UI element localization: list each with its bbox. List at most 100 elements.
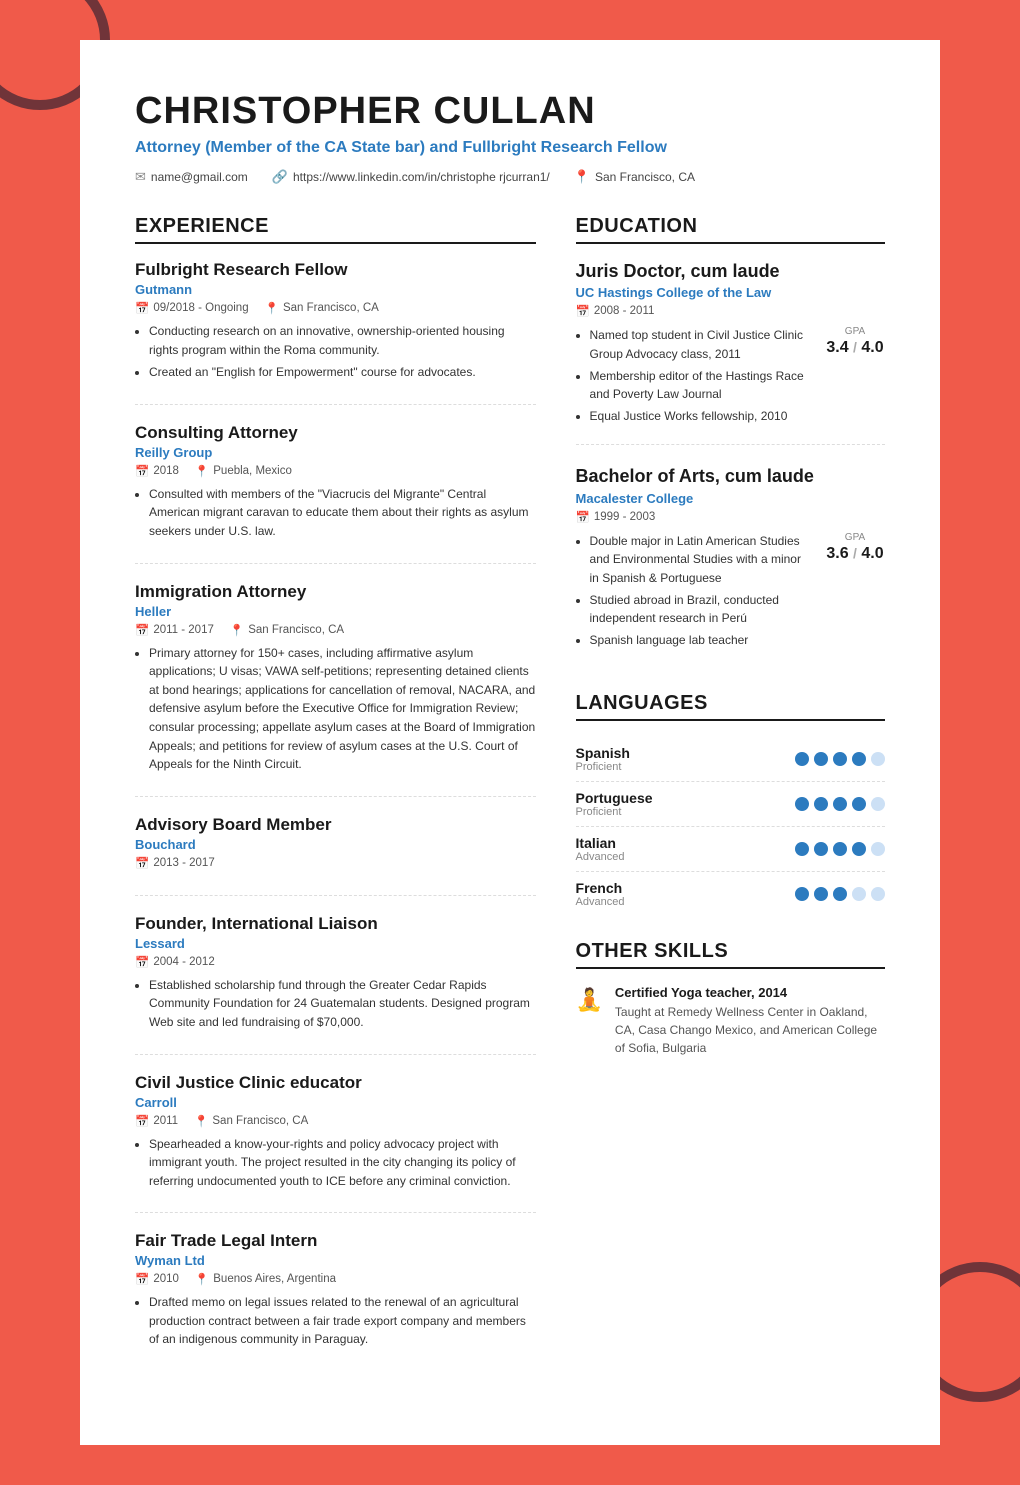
skill-icon: 🧘 bbox=[576, 987, 603, 1013]
education-section: EDUCATION Juris Doctor, cum laude UC Has… bbox=[576, 215, 885, 668]
skills-section-title: OTHER SKILLS bbox=[576, 940, 885, 969]
lang-info: Portuguese Proficient bbox=[576, 790, 653, 818]
gpa-label: GPA bbox=[845, 532, 865, 543]
header: CHRISTOPHER CULLAN Attorney (Member of t… bbox=[135, 90, 885, 185]
languages-section-title: LANGUAGES bbox=[576, 692, 885, 721]
lang-dot bbox=[814, 887, 828, 901]
exp-bullet-list: Consulted with members of the "Viacrucis… bbox=[135, 485, 536, 541]
linkedin-contact: 🔗 https://www.linkedin.com/in/christophe… bbox=[272, 169, 550, 185]
gpa-divider: / bbox=[853, 545, 857, 561]
calendar-icon: 📅 bbox=[576, 510, 590, 524]
exp-company: Wyman Ltd bbox=[135, 1253, 536, 1268]
lang-dot bbox=[795, 797, 809, 811]
lang-dot bbox=[852, 752, 866, 766]
lang-dot bbox=[852, 887, 866, 901]
lang-info: Spanish Proficient bbox=[576, 745, 630, 773]
edu-gpa: GPA 3.6 / 4.0 bbox=[825, 532, 885, 653]
lang-dot bbox=[814, 842, 828, 856]
experience-item: Advisory Board Member Bouchard 📅 2013 - … bbox=[135, 815, 536, 896]
edu-content: Double major in Latin American Studies a… bbox=[576, 532, 885, 653]
lang-level: Advanced bbox=[576, 851, 625, 863]
calendar-icon: 📅 bbox=[135, 623, 149, 637]
exp-meta: 📅 09/2018 - Ongoing📍 San Francisco, CA bbox=[135, 301, 536, 315]
exp-bullet: Created an "English for Empowerment" cou… bbox=[149, 363, 536, 382]
lang-dot bbox=[852, 842, 866, 856]
languages-section: LANGUAGES Spanish Proficient Portuguese … bbox=[576, 692, 885, 916]
gpa-label: GPA bbox=[845, 326, 865, 337]
exp-bullet-list: Drafted memo on legal issues related to … bbox=[135, 1293, 536, 1349]
experience-list: Fulbright Research Fellow Gutmann 📅 09/2… bbox=[135, 260, 536, 1371]
lang-dot bbox=[833, 887, 847, 901]
exp-job-title: Civil Justice Clinic educator bbox=[135, 1073, 536, 1093]
edu-bullet: Equal Justice Works fellowship, 2010 bbox=[590, 407, 809, 426]
skill-title: Certified Yoga teacher, 2014 bbox=[615, 985, 885, 1000]
lang-dots bbox=[795, 797, 885, 811]
edu-school: Macalester College bbox=[576, 491, 885, 506]
lang-dot bbox=[871, 797, 885, 811]
other-skills-section: OTHER SKILLS 🧘 Certified Yoga teacher, 2… bbox=[576, 940, 885, 1057]
calendar-icon: 📅 bbox=[135, 955, 149, 969]
edu-degree: Juris Doctor, cum laude bbox=[576, 260, 885, 283]
contact-info: ✉ name@gmail.com 🔗 https://www.linkedin.… bbox=[135, 169, 885, 185]
exp-date: 📅 2011 bbox=[135, 1114, 178, 1128]
experience-item: Fulbright Research Fellow Gutmann 📅 09/2… bbox=[135, 260, 536, 405]
edu-bullet: Membership editor of the Hastings Race a… bbox=[590, 367, 809, 404]
exp-job-title: Fair Trade Legal Intern bbox=[135, 1231, 536, 1251]
edu-content: Named top student in Civil Justice Clini… bbox=[576, 326, 885, 428]
location-pin-icon: 📍 bbox=[195, 1272, 209, 1286]
left-column: EXPERIENCE Fulbright Research Fellow Gut… bbox=[135, 215, 536, 1395]
lang-dot bbox=[795, 752, 809, 766]
exp-bullet: Drafted memo on legal issues related to … bbox=[149, 1293, 536, 1349]
location-pin-icon: 📍 bbox=[265, 301, 279, 315]
linkedin-text: https://www.linkedin.com/in/christophe r… bbox=[293, 170, 550, 184]
lang-dots bbox=[795, 752, 885, 766]
edu-dates: 📅 1999 - 2003 bbox=[576, 510, 656, 524]
calendar-icon: 📅 bbox=[135, 1272, 149, 1286]
edu-school: UC Hastings College of the Law bbox=[576, 285, 885, 300]
experience-item: Founder, International Liaison Lessard 📅… bbox=[135, 914, 536, 1055]
lang-dot bbox=[795, 842, 809, 856]
edu-bullet: Studied abroad in Brazil, conducted inde… bbox=[590, 591, 809, 628]
lang-name: French bbox=[576, 880, 625, 896]
exp-company: Gutmann bbox=[135, 282, 536, 297]
edu-bullet: Named top student in Civil Justice Clini… bbox=[590, 326, 809, 363]
lang-info: Italian Advanced bbox=[576, 835, 625, 863]
experience-item: Immigration Attorney Heller 📅 2011 - 201… bbox=[135, 582, 536, 797]
education-item: Juris Doctor, cum laude UC Hastings Coll… bbox=[576, 260, 885, 445]
exp-location: 📍 Buenos Aires, Argentina bbox=[195, 1272, 336, 1286]
gpa-divider: / bbox=[853, 339, 857, 355]
lang-level: Proficient bbox=[576, 806, 653, 818]
lang-dots bbox=[795, 887, 885, 901]
edu-bullet-list: Named top student in Civil Justice Clini… bbox=[576, 326, 809, 428]
exp-job-title: Fulbright Research Fellow bbox=[135, 260, 536, 280]
experience-item: Consulting Attorney Reilly Group 📅 2018📍… bbox=[135, 423, 536, 564]
language-item: Portuguese Proficient bbox=[576, 782, 885, 827]
location-icon: 📍 bbox=[574, 169, 590, 185]
education-list: Juris Doctor, cum laude UC Hastings Coll… bbox=[576, 260, 885, 668]
exp-location: 📍 San Francisco, CA bbox=[265, 301, 379, 315]
location-pin-icon: 📍 bbox=[194, 1114, 208, 1128]
exp-date: 📅 2010 bbox=[135, 1272, 179, 1286]
calendar-icon: 📅 bbox=[576, 304, 590, 318]
lang-dot bbox=[833, 842, 847, 856]
skill-desc: Taught at Remedy Wellness Center in Oakl… bbox=[615, 1003, 885, 1057]
exp-location: 📍 San Francisco, CA bbox=[194, 1114, 308, 1128]
main-columns: EXPERIENCE Fulbright Research Fellow Gut… bbox=[135, 215, 885, 1395]
lang-level: Proficient bbox=[576, 761, 630, 773]
exp-date: 📅 2004 - 2012 bbox=[135, 955, 215, 969]
calendar-icon: 📅 bbox=[135, 301, 149, 315]
skills-list: 🧘 Certified Yoga teacher, 2014 Taught at… bbox=[576, 985, 885, 1057]
lang-name: Portuguese bbox=[576, 790, 653, 806]
edu-bullet-list: Double major in Latin American Studies a… bbox=[576, 532, 809, 653]
language-item: Spanish Proficient bbox=[576, 737, 885, 782]
exp-bullet: Primary attorney for 150+ cases, includi… bbox=[149, 644, 536, 774]
lang-name: Italian bbox=[576, 835, 625, 851]
lang-dot bbox=[795, 887, 809, 901]
exp-company: Heller bbox=[135, 604, 536, 619]
email-icon: ✉ bbox=[135, 169, 146, 185]
exp-meta: 📅 2004 - 2012 bbox=[135, 955, 536, 969]
exp-job-title: Advisory Board Member bbox=[135, 815, 536, 835]
professional-title: Attorney (Member of the CA State bar) an… bbox=[135, 139, 885, 157]
lang-info: French Advanced bbox=[576, 880, 625, 908]
location-pin-icon: 📍 bbox=[195, 464, 209, 478]
